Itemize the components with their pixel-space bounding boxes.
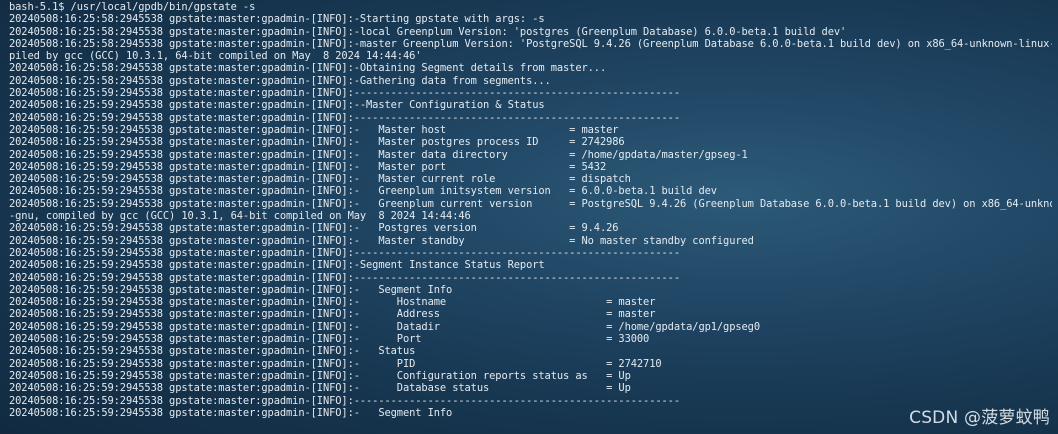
log-line: 20240508:16:25:59:2945538 gpstate:master… <box>9 222 619 235</box>
log-separator: 20240508:16:25:59:2945538 gpstate:master… <box>9 394 680 407</box>
log-line: 20240508:16:25:59:2945538 gpstate:master… <box>9 185 717 198</box>
log-line: 20240508:16:25:59:2945538 gpstate:master… <box>9 369 631 382</box>
log-separator: 20240508:16:25:59:2945538 gpstate:master… <box>9 87 680 100</box>
log-line: 20240508:16:25:59:2945538 gpstate:master… <box>9 382 631 395</box>
log-line: 20240508:16:25:59:2945538 gpstate:master… <box>9 296 656 309</box>
prompt-line: bash-5.1$ /usr/local/gpdb/bin/gpstate -s <box>9 1 256 13</box>
log-line: 20240508:16:25:59:2945538 gpstate:master… <box>9 283 453 296</box>
log-line: 20240508:16:25:58:2945538 gpstate:master… <box>9 13 545 26</box>
log-line: 20240508:16:25:58:2945538 gpstate:master… <box>9 37 1052 50</box>
log-line: 20240508:16:25:58:2945538 gpstate:master… <box>9 25 847 38</box>
csdn-watermark: CSDN @菠萝蚊鸭 <box>909 408 1050 428</box>
log-line: 20240508:16:25:59:2945538 gpstate:master… <box>9 333 650 346</box>
log-section-heading: 20240508:16:25:59:2945538 gpstate:master… <box>9 259 545 272</box>
log-line: 20240508:16:25:59:2945538 gpstate:master… <box>9 148 748 161</box>
log-line: 20240508:16:25:59:2945538 gpstate:master… <box>9 357 662 370</box>
log-separator: 20240508:16:25:59:2945538 gpstate:master… <box>9 111 680 124</box>
log-line: 20240508:16:25:59:2945538 gpstate:master… <box>9 234 754 247</box>
log-line-wrap: -gnu, compiled by gcc (GCC) 10.3.1, 64-b… <box>9 210 471 223</box>
terminal-output[interactable]: bash-5.1$ /usr/local/gpdb/bin/gpstate -s… <box>0 0 1058 434</box>
log-line: 20240508:16:25:58:2945538 gpstate:master… <box>9 62 607 75</box>
log-line: 20240508:16:25:59:2945538 gpstate:master… <box>9 160 607 173</box>
log-line: 20240508:16:25:59:2945538 gpstate:master… <box>9 406 453 419</box>
log-line: 20240508:16:25:59:2945538 gpstate:master… <box>9 197 1052 210</box>
log-line: 20240508:16:25:59:2945538 gpstate:master… <box>9 308 656 321</box>
log-separator: 20240508:16:25:59:2945538 gpstate:master… <box>9 246 680 259</box>
log-line: 20240508:16:25:58:2945538 gpstate:master… <box>9 74 551 87</box>
log-section-heading: 20240508:16:25:59:2945538 gpstate:master… <box>9 99 545 112</box>
log-line: 20240508:16:25:59:2945538 gpstate:master… <box>9 173 631 186</box>
log-line: 20240508:16:25:59:2945538 gpstate:master… <box>9 136 625 149</box>
log-line-wrap: piled by gcc (GCC) 10.3.1, 64-bit compil… <box>9 50 422 63</box>
log-separator: 20240508:16:25:59:2945538 gpstate:master… <box>9 271 680 284</box>
log-line: 20240508:16:25:59:2945538 gpstate:master… <box>9 345 416 358</box>
log-line: 20240508:16:25:59:2945538 gpstate:master… <box>9 123 619 136</box>
log-line: 20240508:16:25:59:2945538 gpstate:master… <box>9 320 760 333</box>
